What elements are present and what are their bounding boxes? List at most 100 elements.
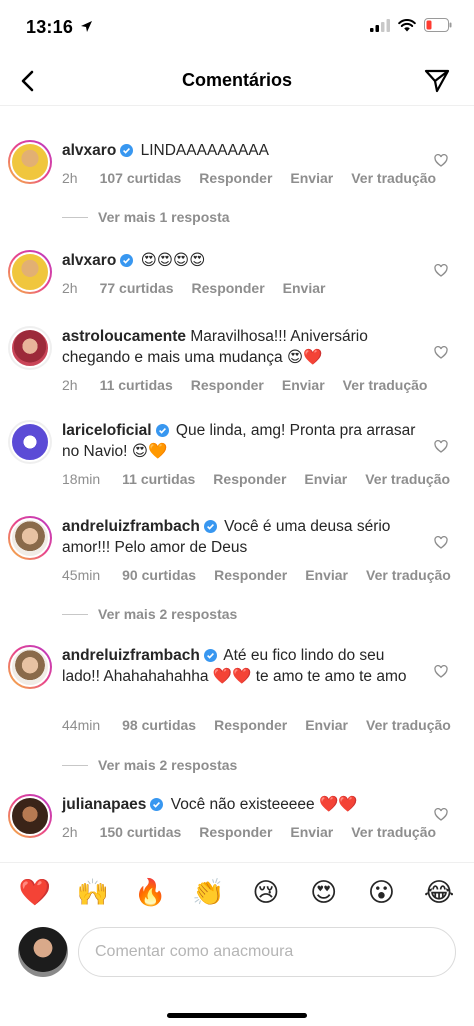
status-indicators	[370, 18, 452, 32]
heart-icon[interactable]	[434, 264, 448, 277]
comment-username[interactable]: alvxaro	[62, 252, 116, 269]
comment-username[interactable]: julianapaes	[62, 796, 146, 813]
reply-button[interactable]: Responder	[214, 567, 287, 583]
send-button[interactable]: Enviar	[304, 471, 347, 487]
reply-button[interactable]: Responder	[192, 280, 265, 296]
comment-username[interactable]: astroloucamente	[62, 328, 186, 345]
comment-username[interactable]: andreluizframbach	[62, 518, 200, 535]
verified-badge-icon	[203, 649, 217, 662]
comment-username[interactable]: andreluizframbach	[62, 647, 200, 664]
comment-time: 2h	[62, 824, 78, 840]
comment-meta: 2h 11 curtidas Responder Enviar Ver tradução	[62, 377, 446, 393]
surprised-face-emoji-button[interactable]: 😮	[359, 877, 403, 908]
view-more-replies-label: Ver mais 1 resposta	[98, 209, 230, 225]
verified-badge-icon	[155, 424, 169, 437]
comment-composer	[0, 925, 474, 985]
comment-time: 2h	[62, 377, 78, 393]
page-title: Comentários	[181, 70, 293, 90]
comment-meta: 18min 11 curtidas Responder Enviar Ver tradu…	[62, 471, 468, 487]
home-indicator[interactable]	[167, 1013, 307, 1018]
likes-count[interactable]: 98 curtidas	[122, 717, 196, 733]
direct-message-button[interactable]	[422, 66, 452, 96]
send-button[interactable]: Enviar	[282, 377, 325, 393]
see-translation-button[interactable]: Ver tradução	[365, 471, 450, 487]
comment-body: julianapaes Você não existeeeee ❤️❤️	[62, 794, 422, 815]
avatar[interactable]	[8, 516, 52, 560]
likes-count[interactable]: 107 curtidas	[100, 170, 182, 186]
likes-count[interactable]: 11 curtidas	[100, 377, 173, 393]
heart-icon[interactable]	[434, 154, 448, 167]
comment-body: lariceloficial Que linda, amg! Pronta pr…	[62, 420, 422, 462]
comment-time: 2h	[62, 170, 78, 186]
status-time: 13:16	[26, 17, 74, 37]
comment-meta: 44min 98 curtidas Responder Enviar Ver tradu…	[62, 717, 469, 733]
comment-body: andreluizframbach Você é uma deusa sério…	[62, 516, 422, 558]
avatar[interactable]	[8, 645, 52, 689]
reply-button[interactable]: Responder	[213, 471, 286, 487]
divider-line	[62, 764, 88, 766]
emoji-reaction-bar: ❤️ 🙌 🔥 👏 😢 😍 😮 😂	[0, 862, 474, 922]
divider-line	[62, 216, 88, 218]
comment-meta: 2h 107 curtidas Responder Enviar Ver traduçã…	[62, 170, 454, 186]
avatar[interactable]	[8, 250, 52, 294]
likes-count[interactable]: 11 curtidas	[122, 471, 195, 487]
avatar[interactable]	[8, 420, 52, 464]
battery-low-icon	[424, 18, 452, 32]
comment-time: 2h	[62, 280, 78, 296]
view-more-replies[interactable]: Ver mais 2 respostas	[62, 757, 237, 773]
reply-button[interactable]: Responder	[199, 170, 272, 186]
send-button[interactable]: Enviar	[305, 717, 348, 733]
send-button[interactable]: Enviar	[305, 567, 348, 583]
see-translation-button[interactable]: Ver tradução	[351, 170, 436, 186]
comment-meta: 2h 150 curtidas Responder Enviar Ver traduçã…	[62, 824, 454, 840]
comment-meta: 2h 77 curtidas Responder Enviar	[62, 280, 343, 296]
heart-eyes-emoji-button[interactable]: 😍	[302, 877, 346, 908]
likes-count[interactable]: 77 curtidas	[100, 280, 174, 296]
view-more-replies[interactable]: Ver mais 2 respostas	[62, 606, 237, 622]
avatar[interactable]	[8, 326, 52, 370]
reply-button[interactable]: Responder	[191, 377, 264, 393]
comment-time: 45min	[62, 567, 101, 583]
send-button[interactable]: Enviar	[290, 170, 333, 186]
send-button[interactable]: Enviar	[290, 824, 333, 840]
send-button[interactable]: Enviar	[283, 280, 326, 296]
paper-plane-icon	[424, 69, 450, 93]
heart-icon[interactable]	[434, 665, 448, 678]
crying-face-emoji-button[interactable]: 😢	[244, 877, 288, 908]
wifi-icon	[398, 18, 416, 31]
comment-input[interactable]	[78, 927, 456, 977]
avatar[interactable]	[8, 140, 52, 184]
see-translation-button[interactable]: Ver tradução	[351, 824, 436, 840]
avatar[interactable]	[8, 794, 52, 838]
likes-count[interactable]: 90 curtidas	[122, 567, 196, 583]
raising-hands-emoji-button[interactable]: 🙌	[71, 877, 115, 908]
heart-icon[interactable]	[434, 808, 448, 821]
likes-count[interactable]: 150 curtidas	[100, 824, 182, 840]
reply-button[interactable]: Responder	[199, 824, 272, 840]
comment-username[interactable]: alvxaro	[62, 142, 116, 159]
current-user-avatar	[18, 927, 68, 977]
comment-username[interactable]: lariceloficial	[62, 422, 152, 439]
see-translation-button[interactable]: Ver tradução	[343, 377, 428, 393]
red-heart-emoji-button[interactable]: ❤️	[13, 877, 57, 908]
heart-icon[interactable]	[434, 346, 448, 359]
see-translation-button[interactable]: Ver tradução	[366, 717, 451, 733]
comment-time: 18min	[62, 471, 101, 487]
divider-line	[62, 613, 88, 615]
location-arrow-icon	[80, 20, 93, 38]
comment-body: astroloucamente Maravilhosa!!! Aniversár…	[62, 326, 422, 368]
reply-button[interactable]: Responder	[214, 717, 287, 733]
comment-text: Você não existeeeee ❤️❤️	[170, 796, 358, 813]
signal-icon	[370, 18, 390, 32]
verified-badge-icon	[150, 798, 164, 811]
comment-text: LINDAAAAAAAAA	[140, 142, 269, 159]
fire-emoji-button[interactable]: 🔥	[128, 877, 172, 908]
header: Comentários	[0, 56, 474, 106]
see-translation-button[interactable]: Ver tradução	[366, 567, 451, 583]
view-more-replies[interactable]: Ver mais 1 resposta	[62, 209, 230, 225]
clapping-hands-emoji-button[interactable]: 👏	[186, 877, 230, 908]
heart-icon[interactable]	[434, 536, 448, 549]
heart-icon[interactable]	[434, 440, 448, 453]
tears-of-joy-emoji-button[interactable]: 😂	[417, 877, 461, 908]
comment-time: 44min	[62, 717, 101, 733]
